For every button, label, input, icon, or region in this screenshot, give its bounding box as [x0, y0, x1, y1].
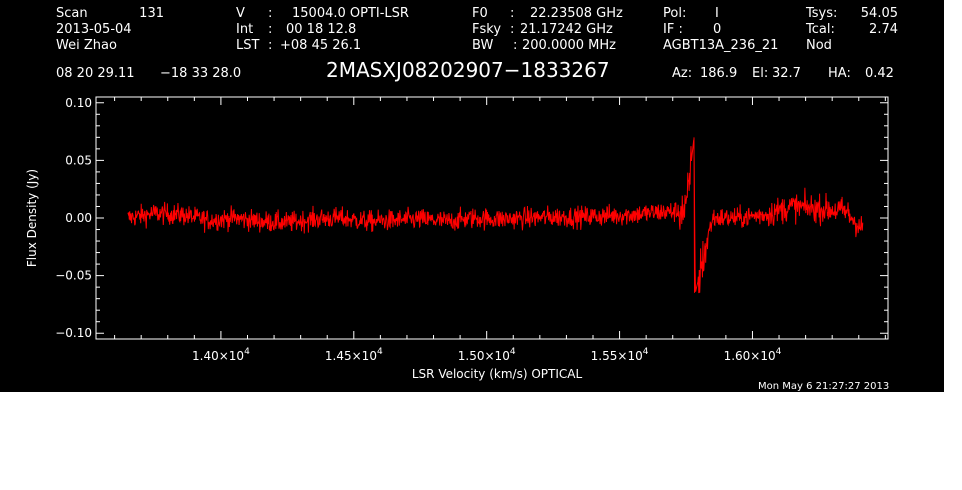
- y-tick-label: −0.10: [55, 326, 92, 340]
- y-tick-label: 0.05: [65, 153, 92, 167]
- x-tick-mantissa: 1.40×10: [192, 349, 244, 363]
- x-axis-ticks: 1.40×104 1.45×104 1.50×104 1.55×104 1.60×104: [114, 97, 886, 363]
- series-group: [127, 137, 864, 294]
- x-tick-exponent: 4: [510, 347, 516, 357]
- x-tick-exponent: 4: [377, 347, 383, 357]
- x-tick-exponent: 4: [244, 347, 250, 357]
- x-tick-exponent: 4: [776, 347, 782, 357]
- y-tick-label: 0.00: [65, 211, 92, 225]
- x-tick-label: 1.50×104: [458, 347, 516, 363]
- x-tick-mantissa: 1.55×10: [591, 349, 643, 363]
- x-tick-label: 1.40×104: [192, 347, 250, 363]
- x-tick-label: 1.45×104: [325, 347, 383, 363]
- x-axis-label: LSR Velocity (km/s) OPTICAL: [412, 367, 583, 381]
- x-tick-label: 1.55×104: [591, 347, 649, 363]
- x-tick-mantissa: 1.45×10: [325, 349, 377, 363]
- spectrum-plot: 0.100.050.00−0.05−0.10 1.40×104 1.45×104 1…: [25, 96, 889, 381]
- y-axis-label: Flux Density (Jy): [25, 169, 39, 267]
- y-tick-label: −0.05: [55, 269, 92, 283]
- spectrum-series-line: [127, 137, 864, 294]
- y-tick-label: 0.10: [65, 96, 92, 110]
- x-tick-mantissa: 1.60×10: [724, 349, 776, 363]
- x-tick-exponent: 4: [643, 347, 649, 357]
- spectrum-panel: Scan 131 2013-05-04 Wei Zhao V : 15004.0…: [0, 0, 944, 392]
- x-tick-mantissa: 1.50×10: [458, 349, 510, 363]
- x-tick-label: 1.60×104: [724, 347, 782, 363]
- plot-timestamp: Mon May 6 21:27:27 2013: [758, 381, 890, 392]
